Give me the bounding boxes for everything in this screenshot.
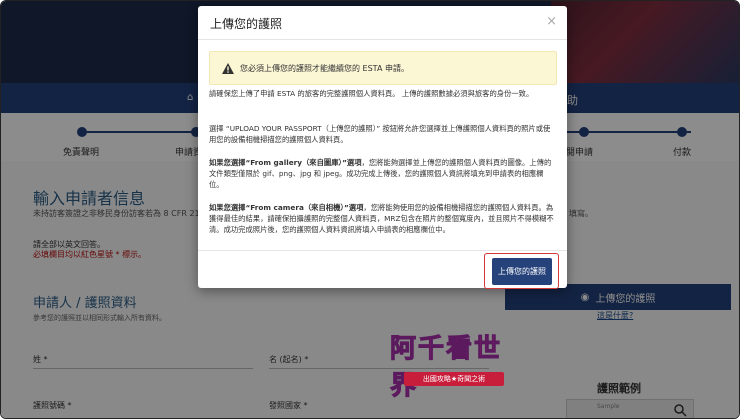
browser-frame: ⌂ 助 免責聲明 申請資料 審閱申請 付款 輸入申請者信息 未持訪客簽證之非移民…: [0, 0, 740, 419]
divider: [198, 39, 567, 40]
watermark-title: 阿千看世界: [390, 334, 503, 402]
instruction-paragraph: 選擇 “UPLOAD YOUR PASSPORT（上傳您的護照）” 按鈕將允許您…: [209, 124, 551, 144]
watermark-logo: 阿千看世界 出國攻略★奇聞之術: [386, 328, 521, 402]
gallery-paragraph: 如果您選擇“From gallery（來自圖庫）”選項，您將能夠選擇並上傳您的護…: [209, 157, 554, 190]
gallery-option-label: 如果您選擇“From gallery（來自圖庫）”選項: [209, 158, 362, 167]
close-icon[interactable]: ×: [546, 14, 557, 29]
upload-passport-modal: 上傳您的護照 × 您必須上傳您的護照才能繼續您的 ESTA 申請。 請確保您上傳…: [198, 6, 567, 289]
modal-title: 上傳您的護照: [210, 17, 283, 31]
divider: [198, 250, 567, 251]
instruction-paragraph: 請確保您上傳了申請 ESTA 的旅客的完整護照個人資料頁。 上傳的護照數據必須與…: [209, 89, 534, 98]
camera-option-label: 如果您選擇“From camera（來自相機）”選項: [209, 203, 364, 212]
warning-icon: [222, 62, 234, 74]
camera-paragraph: 如果您選擇“From camera（來自相機）”選項，您將能夠使用您的設備相機掃…: [209, 202, 554, 235]
watermark-ribbon: 出國攻略★奇聞之術: [404, 372, 504, 386]
alert-text: 您必須上傳您的護照才能繼續您的 ESTA 申請。: [240, 63, 409, 73]
warning-alert: 您必須上傳您的護照才能繼續您的 ESTA 申請。: [209, 51, 557, 85]
upload-passport-button[interactable]: 上傳您的護照: [492, 258, 552, 285]
